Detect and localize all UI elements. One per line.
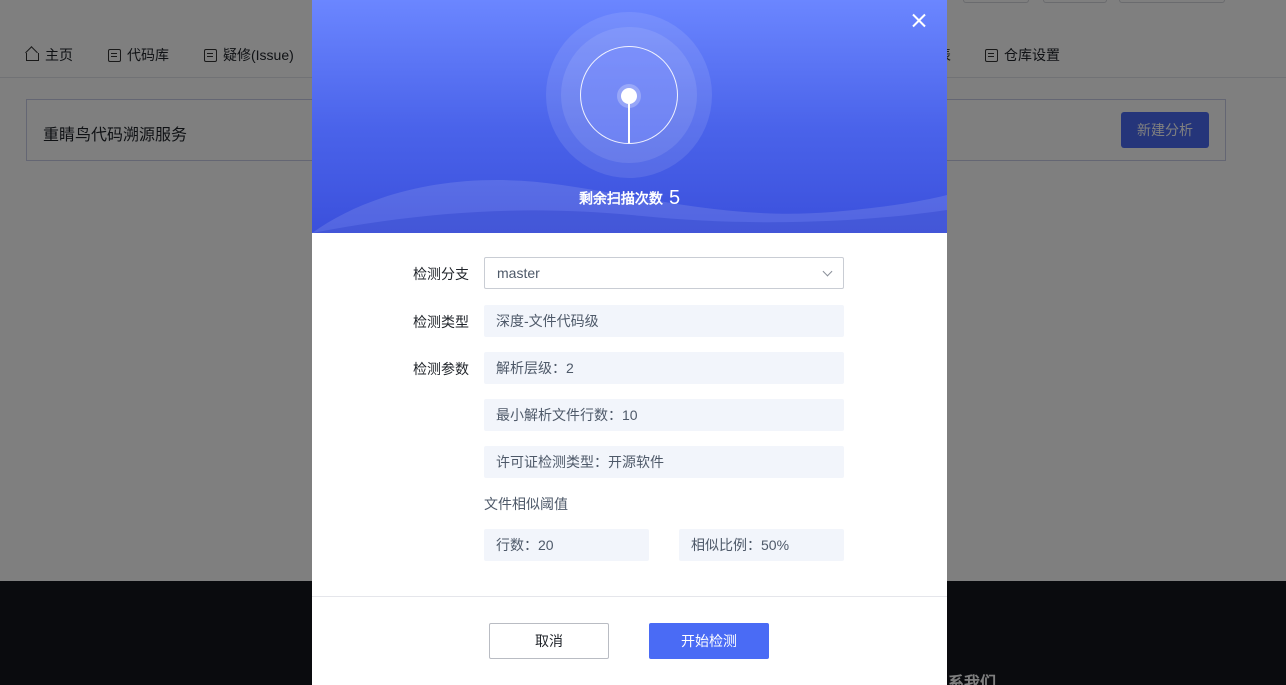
threshold-label: 文件相似阈值 [484,496,568,512]
scan-dialog: 剩余扫描次数 5 检测分支 master 检测类型 深度-文件代码级 检测参数 解… [312,0,947,685]
remaining-scans-count: 5 [668,187,681,209]
close-icon[interactable] [908,10,930,32]
remaining-scans-label: 剩余扫描次数 [578,190,663,207]
param-depth-field: 解析层级：2 [484,352,844,384]
footer-divider [312,596,947,597]
param-license-field: 许可证检测类型：开源软件 [484,446,844,478]
threshold-ratio-field: 相似比例：50% [679,529,844,561]
start-scan-button[interactable]: 开始检测 [649,623,769,659]
param-min-lines-field: 最小解析文件行数：10 [484,399,844,431]
radar-dot [621,88,637,104]
branch-select[interactable]: master [484,257,844,289]
threshold-lines-field: 行数：20 [484,529,649,561]
params-label: 检测参数 [413,361,469,377]
type-label: 检测类型 [413,314,469,330]
remaining-scans: 剩余扫描次数 5 [312,187,947,210]
dialog-hero: 剩余扫描次数 5 [312,0,947,233]
branch-value: master [497,265,540,281]
chevron-down-icon [822,266,833,277]
branch-label: 检测分支 [413,266,469,282]
type-field: 深度-文件代码级 [484,305,844,337]
cancel-button[interactable]: 取消 [489,623,609,659]
